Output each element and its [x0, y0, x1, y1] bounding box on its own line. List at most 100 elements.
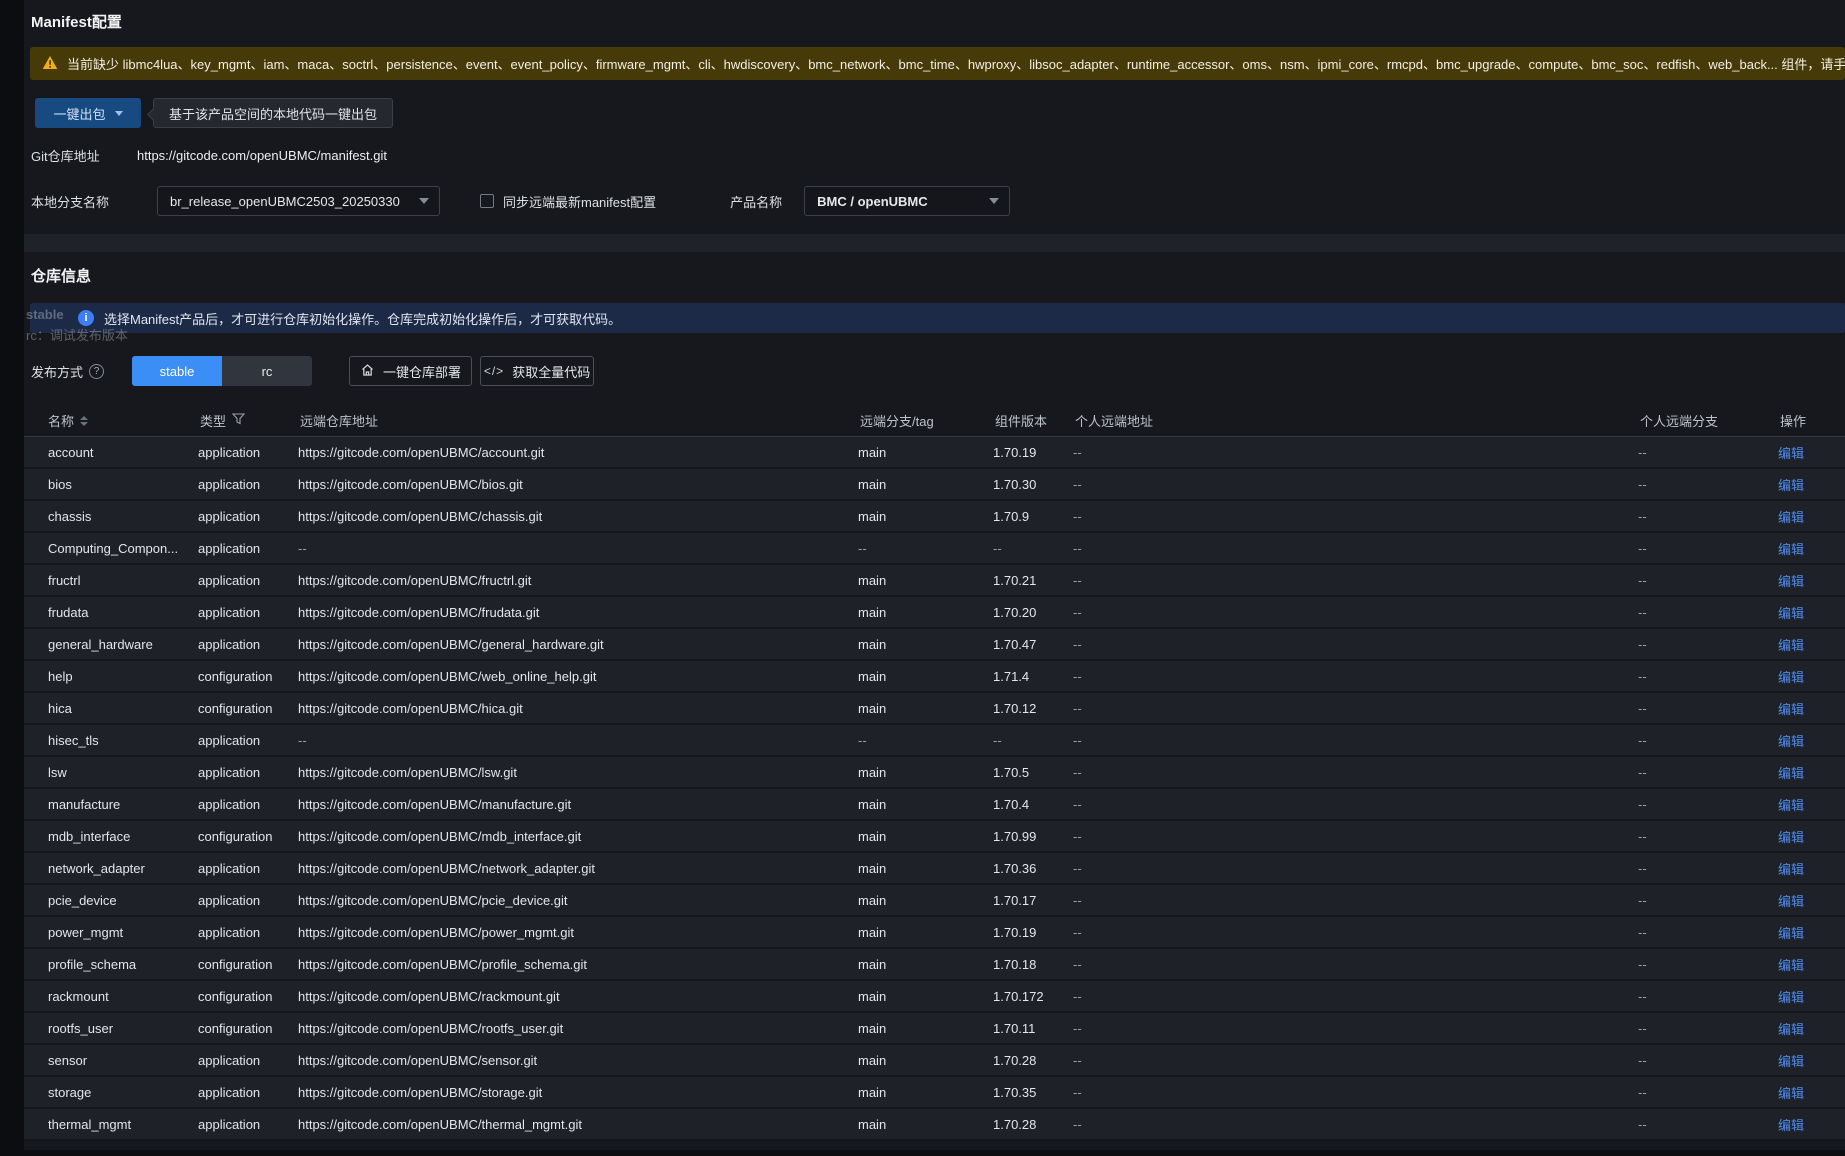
filter-icon[interactable] [232, 413, 245, 428]
header-type-label: 类型 [200, 411, 226, 430]
repo-remote-url: https://gitcode.com/openUBMC/web_online_… [298, 669, 858, 684]
table-row: frudata application https://gitcode.com/… [24, 597, 1845, 629]
manifest-config-panel: Manifest配置 当前缺少 libmc4lua、key_mgmt、iam、m… [24, 0, 1845, 234]
repo-remote-url: https://gitcode.com/openUBMC/mdb_interfa… [298, 829, 858, 844]
repo-version: 1.70.19 [993, 445, 1073, 460]
edit-link[interactable]: 编辑 [1778, 446, 1804, 461]
mode-stable-button[interactable]: stable [132, 356, 222, 386]
repo-name: fructrl [48, 573, 198, 588]
repo-remote-url: https://gitcode.com/openUBMC/network_ada… [298, 861, 858, 876]
repo-remote-url: https://gitcode.com/openUBMC/sensor.git [298, 1053, 858, 1068]
repo-personal-url: -- [1073, 861, 1638, 876]
repo-type: application [198, 445, 298, 460]
repo-type: configuration [198, 1021, 298, 1036]
repo-name: bios [48, 477, 198, 492]
edit-link[interactable]: 编辑 [1778, 958, 1804, 973]
product-select[interactable]: BMC / openUBMC [804, 186, 1010, 216]
repo-version: -- [993, 541, 1073, 556]
edit-link[interactable]: 编辑 [1778, 862, 1804, 877]
repo-remote-url: -- [298, 733, 858, 748]
edit-link[interactable]: 编辑 [1778, 990, 1804, 1005]
repo-name: thermal_mgmt [48, 1117, 198, 1132]
header-personal-branch: 个人远端分支 [1638, 411, 1778, 430]
local-code-package-button[interactable]: 基于该产品空间的本地代码一键出包 [153, 98, 393, 128]
repo-remote-branch: main [858, 1117, 993, 1132]
repo-personal-branch: -- [1638, 861, 1778, 876]
chevron-down-icon [989, 198, 999, 204]
help-icon[interactable]: ? [89, 364, 104, 379]
edit-link[interactable]: 编辑 [1778, 1054, 1804, 1069]
edit-link[interactable]: 编辑 [1778, 734, 1804, 749]
info-icon: i [78, 310, 94, 326]
header-name: 名称 [48, 411, 198, 430]
table-row: account application https://gitcode.com/… [24, 437, 1845, 469]
repo-remote-branch: main [858, 605, 993, 620]
repo-type: application [198, 893, 298, 908]
fetch-full-code-button[interactable]: </> 获取全量代码 [480, 356, 594, 386]
repo-version: 1.70.18 [993, 957, 1073, 972]
repo-remote-branch: main [858, 829, 993, 844]
repo-version: 1.70.11 [993, 1021, 1073, 1036]
one-click-package-button[interactable]: 一键出包 [35, 98, 141, 128]
edit-link[interactable]: 编辑 [1778, 1086, 1804, 1101]
edit-link[interactable]: 编辑 [1778, 766, 1804, 781]
repo-name: frudata [48, 605, 198, 620]
repo-remote-url: https://gitcode.com/openUBMC/rackmount.g… [298, 989, 858, 1004]
repo-remote-branch: main [858, 925, 993, 940]
sync-manifest-checkbox[interactable] [480, 194, 494, 208]
edit-link[interactable]: 编辑 [1778, 542, 1804, 557]
repo-personal-branch: -- [1638, 1053, 1778, 1068]
local-branch-value: br_release_openUBMC2503_20250330 [170, 194, 400, 209]
edit-link[interactable]: 编辑 [1778, 606, 1804, 621]
repo-remote-branch: -- [858, 733, 993, 748]
repo-type: application [198, 861, 298, 876]
repo-version: 1.70.30 [993, 477, 1073, 492]
edit-link[interactable]: 编辑 [1778, 926, 1804, 941]
repo-name: storage [48, 1085, 198, 1100]
mode-rc-button[interactable]: rc [222, 356, 312, 386]
edit-link[interactable]: 编辑 [1778, 478, 1804, 493]
repo-version: 1.70.19 [993, 925, 1073, 940]
edit-link[interactable]: 编辑 [1778, 894, 1804, 909]
edit-link[interactable]: 编辑 [1778, 702, 1804, 717]
edit-link[interactable]: 编辑 [1778, 670, 1804, 685]
repo-remote-url: https://gitcode.com/openUBMC/rootfs_user… [298, 1021, 858, 1036]
table-row: rackmount configuration https://gitcode.… [24, 981, 1845, 1013]
local-code-package-label: 基于该产品空间的本地代码一键出包 [169, 104, 377, 123]
repo-type: application [198, 1053, 298, 1068]
table-row: network_adapter application https://gitc… [24, 853, 1845, 885]
edit-link[interactable]: 编辑 [1778, 1022, 1804, 1037]
table-body: account application https://gitcode.com/… [24, 437, 1845, 1141]
repo-type: configuration [198, 957, 298, 972]
local-branch-select[interactable]: br_release_openUBMC2503_20250330 [157, 186, 440, 216]
edit-link[interactable]: 编辑 [1778, 1118, 1804, 1133]
repo-personal-url: -- [1073, 765, 1638, 780]
one-click-deploy-button[interactable]: 一键仓库部署 [349, 356, 472, 386]
table-row: hica configuration https://gitcode.com/o… [24, 693, 1845, 725]
git-repo-row: Git仓库地址 https://gitcode.com/openUBMC/man… [31, 146, 387, 165]
repo-name: chassis [48, 509, 198, 524]
repo-personal-url: -- [1073, 669, 1638, 684]
repo-personal-branch: -- [1638, 1021, 1778, 1036]
fetch-full-code-label: 获取全量代码 [512, 362, 590, 381]
release-controls-row: 发布方式 ? stable rc 一键仓库部署 </> 获取全量代码 [31, 356, 594, 386]
repo-type: application [198, 509, 298, 524]
edit-link[interactable]: 编辑 [1778, 574, 1804, 589]
one-click-package-label: 一键出包 [53, 104, 105, 123]
repo-type: configuration [198, 669, 298, 684]
header-actions: 操作 [1778, 411, 1828, 430]
repo-remote-branch: main [858, 509, 993, 524]
repo-type: application [198, 733, 298, 748]
edit-link[interactable]: 编辑 [1778, 638, 1804, 653]
chevron-down-icon [419, 198, 429, 204]
edit-link[interactable]: 编辑 [1778, 798, 1804, 813]
edit-link[interactable]: 编辑 [1778, 510, 1804, 525]
repo-personal-url: -- [1073, 797, 1638, 812]
edit-link[interactable]: 编辑 [1778, 830, 1804, 845]
repo-version: 1.70.17 [993, 893, 1073, 908]
repo-personal-branch: -- [1638, 829, 1778, 844]
sort-icon[interactable] [80, 416, 88, 426]
repo-version: -- [993, 733, 1073, 748]
table-row: profile_schema configuration https://git… [24, 949, 1845, 981]
git-repo-label: Git仓库地址 [31, 146, 137, 165]
